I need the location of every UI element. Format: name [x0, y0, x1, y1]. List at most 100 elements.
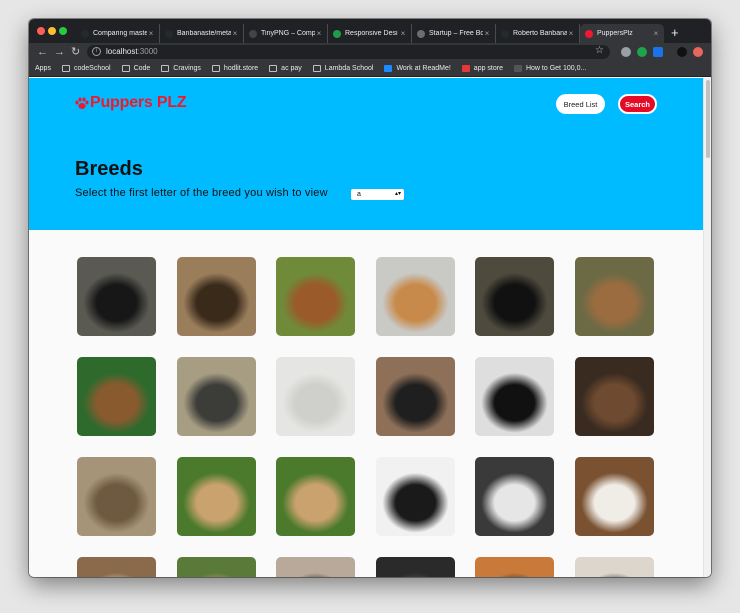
breed-image-card[interactable] — [77, 457, 156, 536]
bookmark-item[interactable]: Cravings — [161, 65, 201, 72]
breed-list-button[interactable]: Breed List — [556, 94, 605, 114]
extension-icon-1[interactable] — [621, 47, 631, 57]
letter-select[interactable]: a ▴▾ — [351, 189, 404, 200]
url-text: localhost:3000 — [106, 47, 158, 56]
breed-image-card[interactable] — [276, 357, 356, 436]
readme-icon — [384, 65, 393, 72]
browser-tab[interactable]: TinyPNG – Comp × — [244, 24, 328, 43]
tab-title: Roberto Banbana — [513, 30, 567, 37]
browser-tab[interactable]: PuppersPlz × — [580, 24, 664, 43]
breed-image-card[interactable] — [475, 557, 555, 577]
breed-image-card[interactable] — [375, 557, 455, 577]
breed-image-card[interactable] — [176, 557, 256, 577]
breed-image-card[interactable] — [575, 257, 654, 336]
breed-image-card[interactable] — [176, 257, 256, 336]
breed-image-card[interactable] — [575, 357, 654, 436]
bookmark-item[interactable]: app store — [461, 65, 503, 72]
page-icon — [513, 65, 522, 72]
breed-image-card[interactable] — [475, 257, 555, 336]
bookmark-item[interactable]: Work at ReadMe! — [384, 65, 451, 72]
extension-icon-3[interactable] — [653, 47, 663, 57]
address-bar[interactable]: i localhost:3000 ☆ — [87, 45, 610, 59]
close-window-button[interactable] — [37, 27, 45, 35]
breed-image-card[interactable] — [475, 457, 555, 536]
menu-extension-icon[interactable] — [693, 47, 703, 57]
tab-favicon-icon — [249, 29, 257, 38]
appstore-icon — [461, 65, 470, 72]
site-logo[interactable]: Puppers PLZ — [75, 94, 187, 112]
tab-favicon-icon — [585, 29, 593, 38]
folder-icon — [269, 65, 278, 72]
breed-image-card[interactable] — [375, 257, 455, 336]
breed-image-card[interactable] — [77, 257, 156, 336]
minimize-window-button[interactable] — [48, 27, 56, 35]
tab-title: PuppersPlz — [597, 30, 633, 37]
breed-image-card[interactable] — [77, 357, 156, 436]
tab-list: Comparing maste × Banbanaste/meta × TinyPNG … — [76, 24, 664, 43]
breed-image-card[interactable] — [276, 257, 356, 336]
page-title: Breeds — [75, 158, 143, 180]
back-icon[interactable]: ← — [37, 45, 48, 59]
tab-favicon-icon — [333, 29, 341, 38]
tab-favicon-icon — [81, 29, 89, 38]
page-viewport: Puppers PLZ Breed List Search Breeds Sel… — [29, 78, 711, 577]
bookmark-label: Cravings — [173, 65, 201, 72]
bookmark-label: How to Get 100,0... — [525, 65, 587, 72]
new-tab-button[interactable]: + — [671, 26, 679, 39]
evernote-extension-icon[interactable] — [637, 47, 647, 57]
tab-title: Responsive Desi — [345, 30, 398, 37]
bookmark-item[interactable]: hodlit.store — [211, 65, 258, 72]
zoom-window-button[interactable] — [59, 27, 67, 35]
tab-strip: Comparing maste × Banbanaste/meta × TinyPNG … — [29, 19, 711, 43]
tab-close-icon[interactable]: × — [315, 29, 323, 38]
folder-icon — [312, 65, 321, 72]
browser-tab[interactable]: Responsive Desi × — [328, 24, 412, 43]
logo-text: Puppers PLZ — [90, 94, 187, 111]
tab-favicon-icon — [165, 29, 173, 38]
bookmark-star-icon[interactable]: ☆ — [595, 45, 604, 56]
bookmark-label: ac pay — [281, 65, 302, 72]
search-button[interactable]: Search — [618, 94, 657, 114]
bookmark-item[interactable]: ac pay — [269, 65, 302, 72]
profile-avatar[interactable] — [677, 47, 687, 57]
breed-image-card[interactable] — [375, 457, 455, 536]
bookmarks-bar: Apps codeSchool Code Cravings hodlit.store ac… — [29, 61, 711, 247]
tab-title: Startup – Free Bo — [429, 30, 483, 37]
tab-title: Comparing maste — [93, 30, 147, 37]
tab-close-icon[interactable]: × — [399, 29, 407, 38]
forward-icon[interactable]: → — [54, 45, 65, 59]
scrollbar-thumb[interactable] — [706, 80, 710, 158]
bookmark-item[interactable]: Apps — [35, 65, 85, 247]
reload-icon[interactable]: ↻ — [71, 45, 80, 59]
breed-image-card[interactable] — [176, 357, 256, 436]
tab-close-icon[interactable]: × — [652, 29, 660, 38]
breed-image-card[interactable] — [77, 557, 156, 577]
browser-tab[interactable]: Roberto Banbana × — [496, 24, 580, 43]
breed-image-card[interactable] — [276, 457, 356, 536]
bookmark-item[interactable]: How to Get 100,0... — [513, 65, 587, 72]
bookmark-item[interactable]: codeSchool — [61, 65, 111, 72]
tab-close-icon[interactable]: × — [147, 29, 155, 38]
bookmark-label: app store — [473, 65, 503, 72]
breed-image-card[interactable] — [575, 557, 654, 577]
tab-close-icon[interactable]: × — [567, 29, 575, 38]
browser-tab[interactable]: Comparing maste × — [76, 24, 160, 43]
breed-image-card[interactable] — [475, 357, 555, 436]
tab-close-icon[interactable]: × — [483, 29, 491, 38]
breed-image-card[interactable] — [276, 557, 356, 577]
tab-close-icon[interactable]: × — [231, 29, 239, 38]
breed-image-card[interactable] — [575, 457, 654, 536]
browser-window: Comparing maste × Banbanaste/meta × TinyPNG … — [29, 19, 711, 577]
browser-tab[interactable]: Banbanaste/meta × — [160, 24, 244, 43]
breed-image-card[interactable] — [375, 357, 455, 436]
bookmark-item[interactable]: Lambda School — [312, 65, 373, 72]
letter-instruction: Select the first letter of the breed you… — [75, 187, 328, 199]
bookmark-item[interactable]: Code — [121, 65, 150, 72]
bookmark-label: Work at ReadMe! — [396, 65, 451, 72]
browser-tab[interactable]: Startup – Free Bo × — [412, 24, 496, 43]
page-scrollbar[interactable] — [703, 78, 711, 577]
site-info-icon[interactable]: i — [92, 47, 101, 56]
hero-header: Puppers PLZ Breed List Search Breeds Sel… — [29, 78, 703, 230]
bookmark-label: codeSchool — [73, 65, 111, 72]
breed-image-card[interactable] — [176, 457, 256, 536]
